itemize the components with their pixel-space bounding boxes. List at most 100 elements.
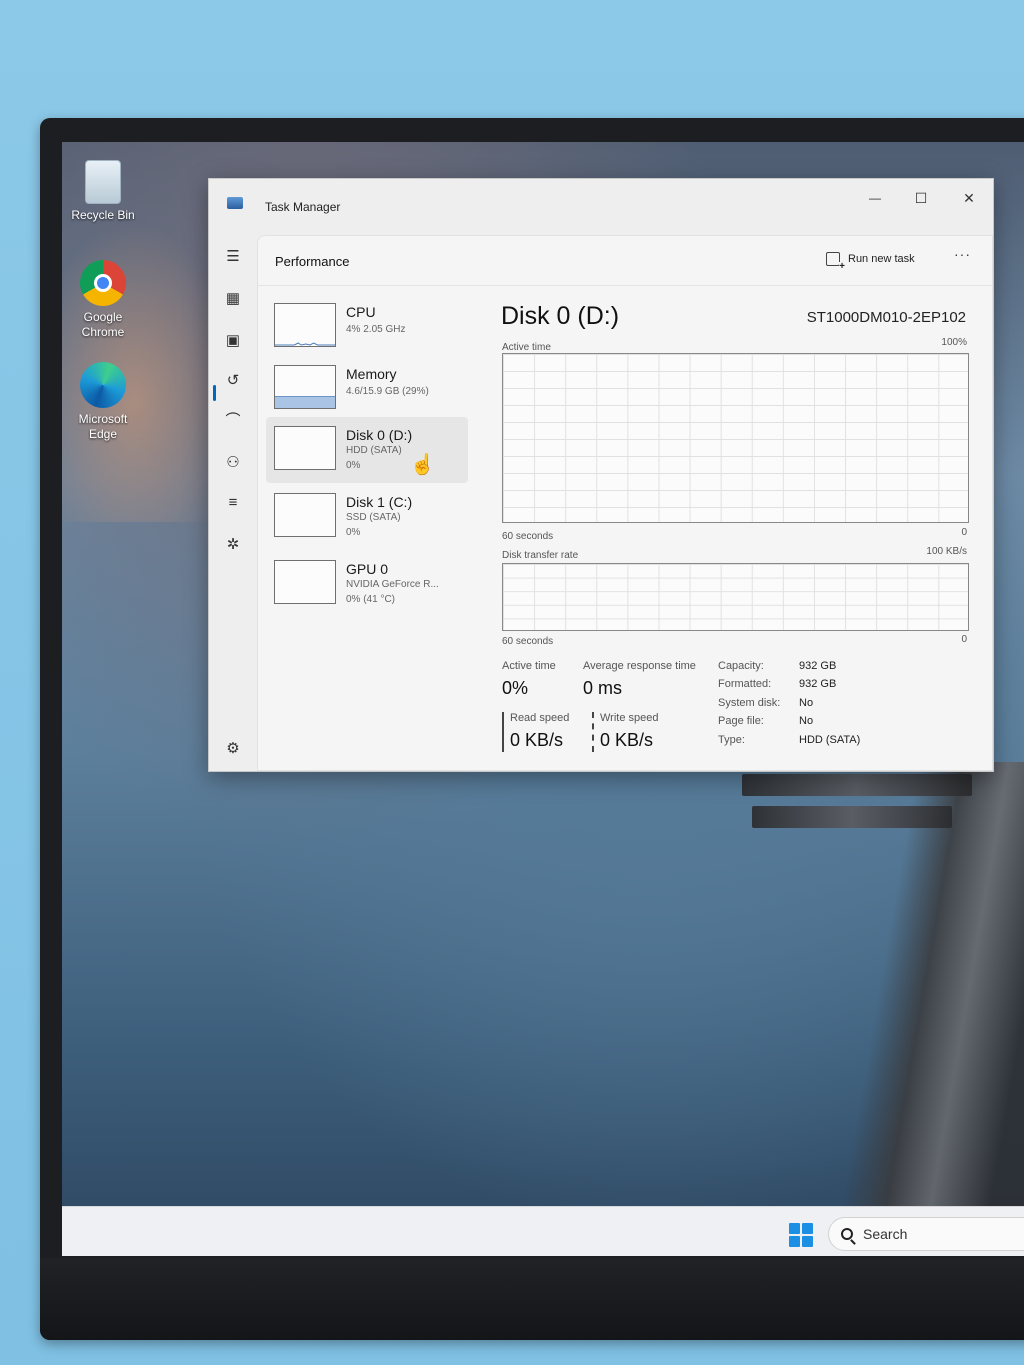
run-new-task-button[interactable]: Run new task xyxy=(826,246,915,272)
graph1-time-span: 60 seconds xyxy=(502,531,554,542)
write-speed-label: Write speed xyxy=(600,712,659,724)
property-key: Type: xyxy=(718,734,745,746)
close-button[interactable]: ✕ xyxy=(951,187,987,209)
perf-item-detail: NVIDIA GeForce R... xyxy=(346,579,439,590)
wallpaper-plank xyxy=(742,774,972,796)
write-speed-value: 0 KB/s xyxy=(600,730,654,750)
property-value: 932 GB xyxy=(799,660,837,672)
perf-item-name: Disk 1 (C:) xyxy=(346,494,413,510)
perf-item-name: Memory xyxy=(346,366,397,382)
property-value: No xyxy=(799,715,814,727)
read-speed-value: 0 KB/s xyxy=(510,730,564,750)
recycle-bin-icon xyxy=(85,160,121,204)
windows-logo-tile xyxy=(789,1223,800,1234)
graph2-label: Disk transfer rate xyxy=(502,550,579,561)
avg-response-label: Average response time xyxy=(583,660,696,672)
perf-item-detail: 4% 2.05 GHz xyxy=(346,324,406,335)
perf-item-usage: 0% (41 °C) xyxy=(346,594,396,605)
disk-title: Disk 0 (D:) xyxy=(501,302,620,330)
nav-active-indicator xyxy=(213,385,216,401)
write-speed-indicator xyxy=(592,712,594,752)
window-title: Task Manager xyxy=(265,200,341,214)
perf-item-usage: 0% xyxy=(346,527,361,538)
run-new-task-label: Run new task xyxy=(848,253,915,265)
windows-logo-tile xyxy=(789,1236,800,1247)
memory-usage-fill xyxy=(275,395,335,408)
perf-item-memory[interactable]: Memory 4.6/15.9 GB (29%) xyxy=(266,356,468,422)
hamburger-menu-icon[interactable]: ☰ xyxy=(223,247,243,267)
active-time-value: 0% xyxy=(502,678,529,698)
settings-gear-icon[interactable]: ⚙ xyxy=(223,739,243,759)
active-time-graph xyxy=(502,353,969,523)
desktop-icon-label: Google Chrome xyxy=(81,310,125,339)
taskbar: Search xyxy=(62,1206,1024,1256)
edge-icon xyxy=(80,362,126,408)
perf-item-cpu[interactable]: CPU 4% 2.05 GHz xyxy=(266,294,468,360)
perf-item-name: CPU xyxy=(346,304,376,320)
perf-item-detail: SSD (SATA) xyxy=(346,512,401,523)
page-header: Performance Run new task ··· xyxy=(258,236,992,286)
hand-cursor-icon: ☝ xyxy=(410,454,435,476)
minimize-button[interactable]: — xyxy=(857,187,893,209)
perf-item-disk-1[interactable]: Disk 1 (C:) SSD (SATA) 0% xyxy=(266,484,468,550)
details-icon[interactable]: ≡ xyxy=(223,493,243,513)
active-time-label: Active time xyxy=(502,660,556,672)
wallpaper-plank xyxy=(752,806,952,828)
read-speed-indicator xyxy=(502,712,504,752)
performance-page: Performance Run new task ··· CPU 4% 2.05… xyxy=(257,235,993,771)
windows-logo-tile xyxy=(802,1236,813,1247)
search-icon xyxy=(841,1228,853,1240)
more-options-button[interactable]: ··· xyxy=(954,246,971,262)
graph2-time-span: 60 seconds xyxy=(502,636,554,647)
app-history-icon[interactable]: ↺ xyxy=(223,371,243,391)
disk0-thumbnail-graph xyxy=(274,426,336,470)
property-value: HDD (SATA) xyxy=(799,734,861,746)
services-icon[interactable]: ✲ xyxy=(223,535,243,555)
perf-item-disk-0[interactable]: Disk 0 (D:) HDD (SATA) 0% xyxy=(266,417,468,483)
disk-model: ST1000DM010-2EP102 xyxy=(806,309,966,326)
performance-icon[interactable]: ▣ xyxy=(223,331,243,351)
perf-item-name: GPU 0 xyxy=(346,561,389,577)
perf-item-detail: HDD (SATA) xyxy=(346,445,402,456)
property-value: 932 GB xyxy=(799,678,837,690)
property-value: No xyxy=(799,697,814,709)
maximize-button[interactable]: ☐ xyxy=(903,187,939,209)
page-title: Performance xyxy=(275,254,350,269)
search-label: Search xyxy=(863,1226,908,1242)
title-bar[interactable]: Task Manager — ☐ ✕ xyxy=(209,179,993,231)
desktop-icon-label: Microsoft Edge xyxy=(78,412,128,441)
start-button[interactable] xyxy=(789,1223,813,1247)
read-speed-label: Read speed xyxy=(510,712,570,724)
taskbar-search[interactable]: Search xyxy=(828,1217,1024,1251)
property-key: Formatted: xyxy=(718,678,772,690)
desktop-icon-microsoft-edge[interactable]: Microsoft Edge xyxy=(62,362,148,442)
perf-item-detail: 4.6/15.9 GB (29%) xyxy=(346,386,429,397)
perf-item-usage: 0% xyxy=(346,460,361,471)
wallpaper-pier xyxy=(830,762,1024,1254)
run-task-icon xyxy=(826,252,845,272)
desktop-icon-label: Recycle Bin xyxy=(71,208,135,222)
graph2-min: 0 xyxy=(961,634,967,645)
cpu-thumbnail-graph xyxy=(274,303,336,347)
nav-rail: ☰ ▦ ▣ ↺ ⌒ ⚇ ≡ ✲ ⚙ xyxy=(209,231,257,771)
avg-response-value: 0 ms xyxy=(583,678,623,698)
graph1-min: 0 xyxy=(961,527,967,538)
property-key: Capacity: xyxy=(718,660,764,672)
perf-item-gpu-0[interactable]: GPU 0 NVIDIA GeForce R... 0% (41 °C) xyxy=(266,551,468,617)
perf-item-name: Disk 0 (D:) xyxy=(346,427,413,443)
monitor-bezel xyxy=(40,1258,1024,1340)
users-icon[interactable]: ⚇ xyxy=(223,453,243,473)
graph2-max: 100 KB/s xyxy=(926,546,967,557)
disk1-thumbnail-graph xyxy=(274,493,336,537)
graph1-max: 100% xyxy=(941,337,967,348)
task-manager-window: Task Manager — ☐ ✕ ☰ ▦ ▣ ↺ ⌒ ⚇ ≡ ✲ ⚙ Per… xyxy=(208,178,994,772)
property-key: Page file: xyxy=(718,715,764,727)
desktop-icon-google-chrome[interactable]: Google Chrome xyxy=(62,260,148,340)
desktop-icon-recycle-bin[interactable]: Recycle Bin xyxy=(62,160,148,223)
cpu-mini-line xyxy=(275,342,335,346)
property-key: System disk: xyxy=(718,697,781,709)
gpu-thumbnail-graph xyxy=(274,560,336,604)
chrome-icon xyxy=(80,260,126,306)
startup-apps-icon[interactable]: ⌒ xyxy=(223,411,243,431)
processes-icon[interactable]: ▦ xyxy=(223,289,243,309)
